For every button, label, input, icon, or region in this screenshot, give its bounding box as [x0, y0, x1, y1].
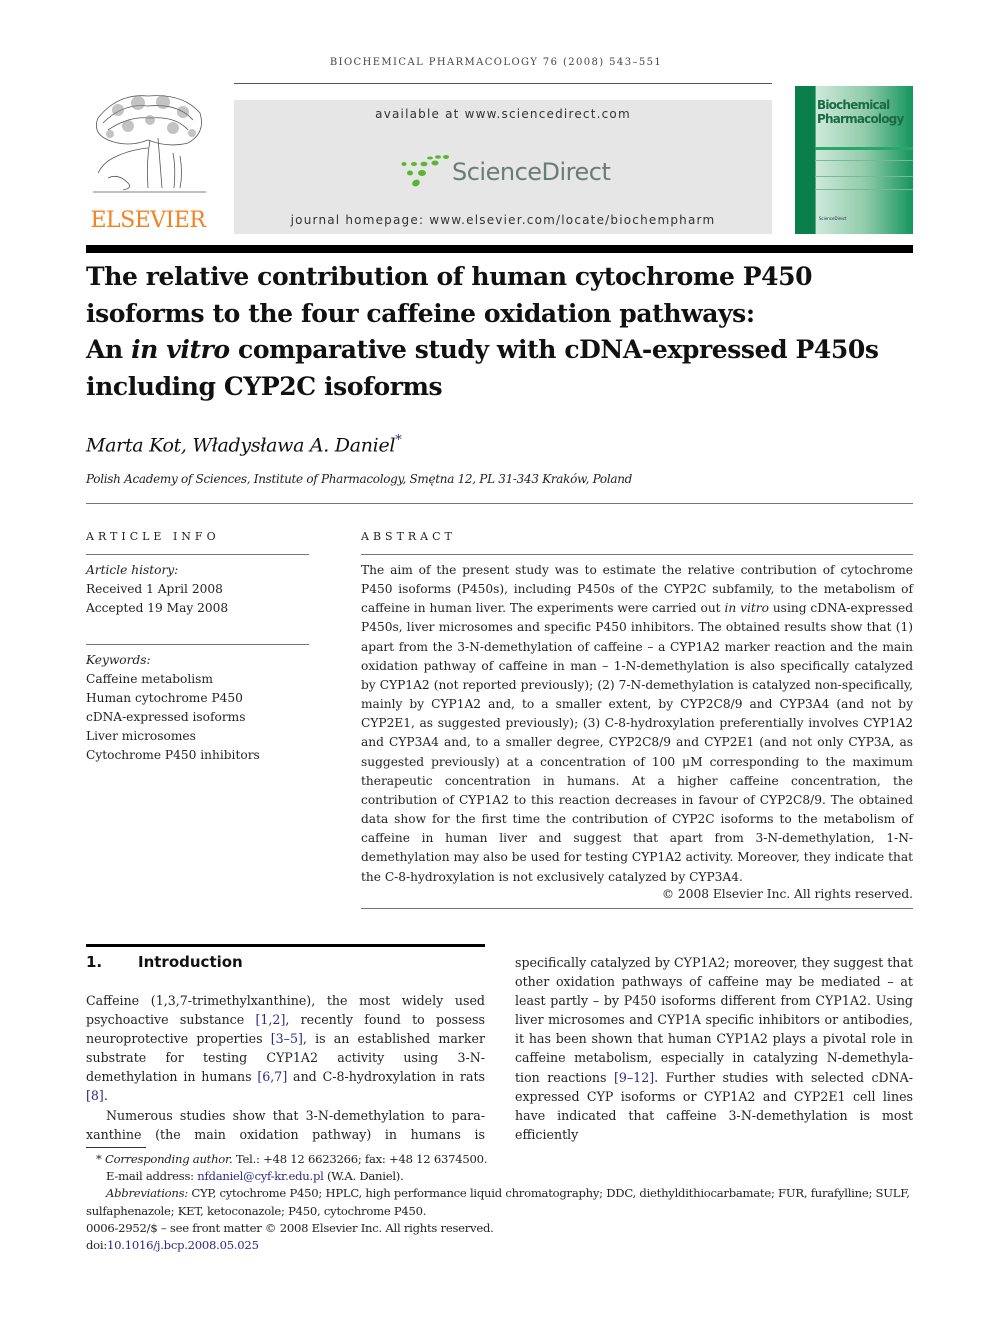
affiliation-rule — [86, 503, 913, 504]
journal-cover-thumbnail[interactable]: Biochemical Pharmacology ScienceDirect — [795, 86, 913, 234]
corresponding-author-note: * Corresponding author. Tel.: +48 12 662… — [96, 1152, 488, 1166]
cover-spine — [795, 86, 815, 234]
author-list: Marta Kot, Władysława A. Daniel* — [86, 433, 402, 457]
abstract-copyright: © 2008 Elsevier Inc. All rights reserved… — [661, 886, 913, 901]
keyword: cDNA-expressed isoforms — [86, 710, 246, 724]
elsevier-wordmark: ELSEVIER — [90, 208, 206, 233]
paragraph: specifically catalyzed by CYP1A2; moreov… — [515, 955, 913, 1142]
cover-title: Biochemical Pharmacology — [817, 98, 904, 126]
keyword: Caffeine metabolism — [86, 672, 213, 686]
available-at-link[interactable]: available at www.sciencedirect.com — [234, 107, 772, 121]
abbreviations-note: Abbreviations: CYP, cytochrome P450; HPL… — [86, 1186, 910, 1218]
abstract-end-rule — [361, 907, 913, 909]
doi-link[interactable]: 10.1016/j.bcp.2008.05.025 — [107, 1238, 259, 1252]
abstract-rule — [361, 554, 913, 555]
elsevier-tree-icon — [93, 95, 206, 193]
citation-link[interactable]: [3–5] — [271, 1031, 303, 1046]
cover-divider — [815, 176, 913, 177]
citation-link[interactable]: [8] — [86, 1088, 104, 1103]
sciencedirect-dots-icon — [401, 155, 449, 187]
cover-band — [815, 147, 913, 150]
paragraph: Caffeine (1,3,7-trimethylxanthine), the … — [86, 993, 485, 1104]
footnote-rule — [86, 1147, 146, 1148]
section-rule — [86, 944, 485, 947]
introduction-right-column: specifically catalyzed by CYP1A2; moreov… — [515, 953, 913, 1144]
header-rule — [234, 83, 772, 84]
email-note: E-mail address: nfdaniel@cyf-kr.edu.pl (… — [106, 1169, 404, 1184]
footnotes: * Corresponding author. Tel.: +48 12 662… — [86, 1151, 913, 1254]
keyword: Liver microsomes — [86, 729, 196, 743]
sciencedirect-logo[interactable]: ScienceDirect — [400, 152, 611, 196]
journal-homepage-link[interactable]: journal homepage: www.elsevier.com/locat… — [234, 213, 772, 227]
abstract-heading: ABSTRACT — [361, 530, 456, 543]
keyword: Human cytochrome P450 — [86, 691, 243, 705]
keyword: Cytochrome P450 inhibitors — [86, 748, 260, 762]
citation-link[interactable]: [9–12] — [614, 1070, 654, 1085]
article-history-label: Article history: — [86, 563, 179, 577]
doi-note: doi:10.1016/j.bcp.2008.05.025 — [86, 1238, 259, 1253]
abstract-text: The aim of the present study was to esti… — [361, 563, 914, 884]
article-info-rule — [86, 554, 309, 555]
cover-divider — [815, 160, 913, 161]
sciencedirect-banner: available at www.sciencedirect.com Scien… — [234, 100, 772, 234]
affiliation: Polish Academy of Sciences, Institute of… — [86, 472, 633, 486]
running-head: BIOCHEMICAL PHARMACOLOGY 76 (2008) 543–5… — [329, 57, 663, 68]
sciencedirect-wordmark: ScienceDirect — [452, 158, 611, 186]
keywords-label: Keywords: — [86, 653, 151, 667]
paragraph: Numerous studies show that 3-N-demethyla… — [86, 1107, 485, 1142]
abstract: ABSTRACT The aim of the present study wa… — [361, 530, 913, 909]
section-heading-introduction: 1. Introduction — [86, 953, 243, 971]
corresponding-author-mark[interactable]: * — [395, 433, 402, 448]
received-date: Received 1 April 2008 — [86, 582, 223, 596]
cover-footer-logo: ScienceDirect — [819, 216, 847, 221]
elsevier-logo[interactable]: ELSEVIER — [86, 88, 210, 234]
citation-link[interactable]: [1,2] — [256, 1012, 286, 1027]
article-title: The relative contribution of human cytoc… — [86, 262, 879, 401]
article-info: ARTICLE INFO Article history: Received 1… — [86, 530, 309, 765]
accepted-date: Accepted 19 May 2008 — [86, 601, 229, 615]
introduction-left-column: Caffeine (1,3,7-trimethylxanthine), the … — [86, 991, 485, 1144]
keywords-rule — [86, 644, 309, 645]
cover-divider — [815, 189, 913, 190]
front-matter-note: 0006-2952/$ – see front matter © 2008 El… — [86, 1220, 494, 1235]
email-link[interactable]: nfdaniel@cyf-kr.edu.pl — [197, 1169, 324, 1183]
masthead-rule — [86, 245, 913, 253]
article-info-heading: ARTICLE INFO — [86, 530, 220, 543]
citation-link[interactable]: [6,7] — [257, 1069, 287, 1084]
